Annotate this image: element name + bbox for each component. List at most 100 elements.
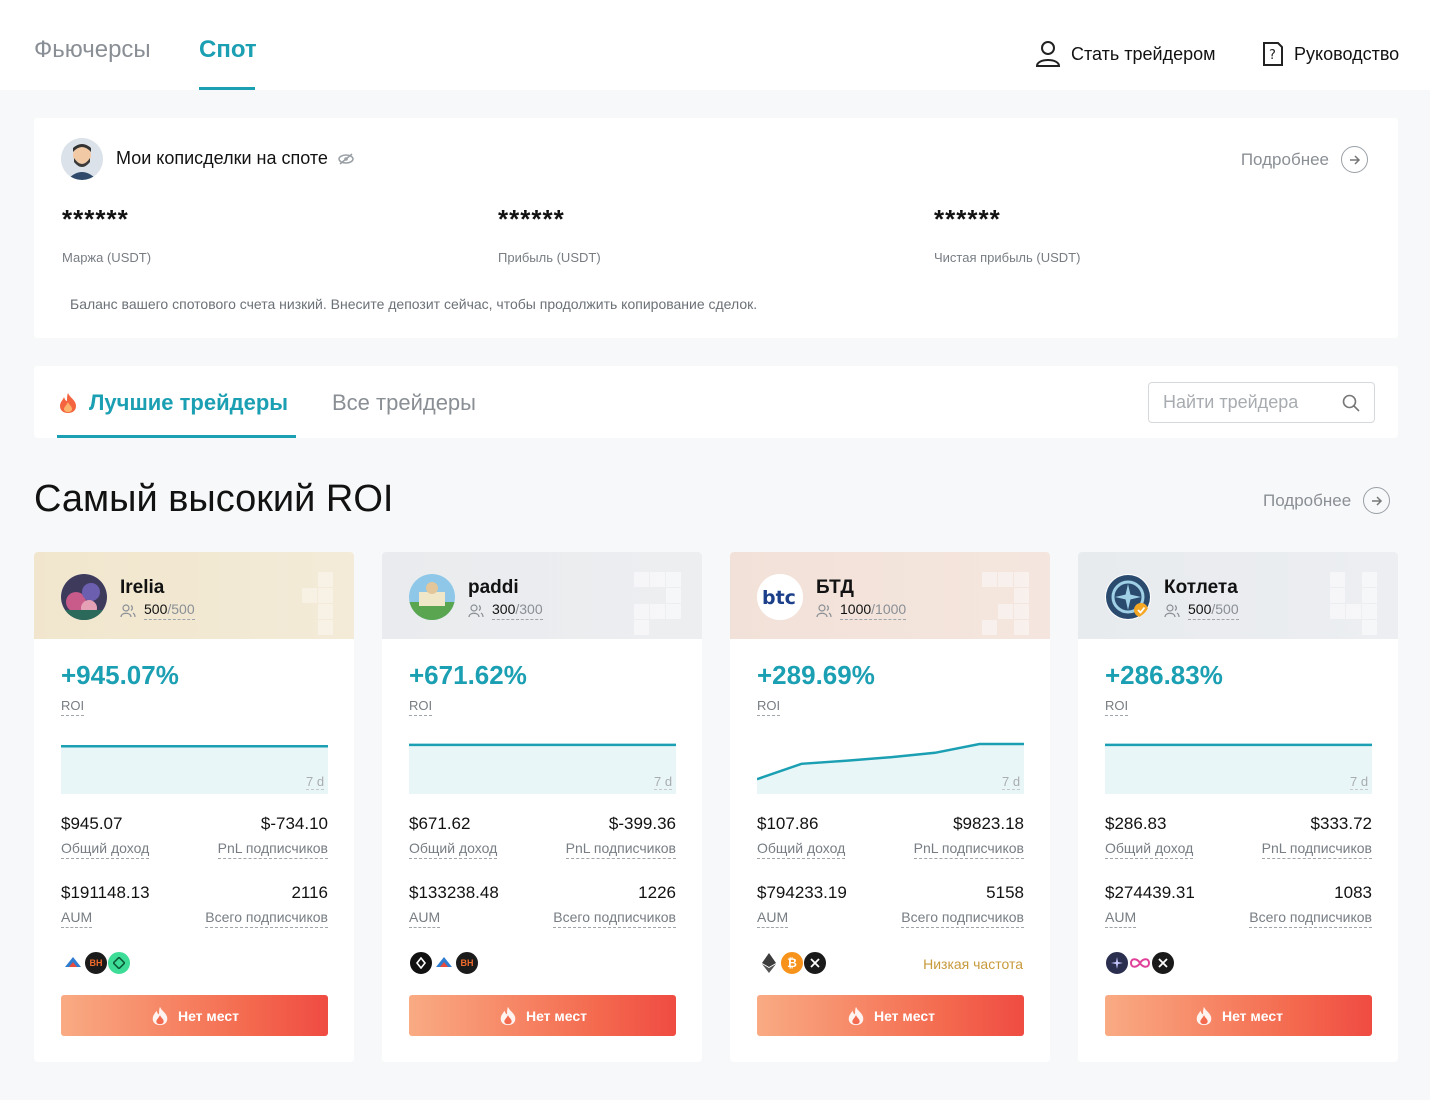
follower-pnl-label: PnL подписчиков — [217, 840, 328, 859]
fire-icon — [1196, 1006, 1212, 1025]
rank-badge-icon — [982, 572, 1030, 643]
tab-spot[interactable]: Спот — [199, 36, 257, 64]
traded-coins: ₿ — [757, 951, 827, 975]
trader-avatar[interactable] — [409, 574, 455, 620]
no-slots-button[interactable]: Нет мест — [61, 995, 328, 1036]
traded-coins — [1105, 951, 1175, 975]
profit-value: ****** — [498, 204, 565, 234]
trader-card[interactable]: Irelia 500/500 +945.07% ROI 7 d $945.07 Общий … — [34, 552, 354, 1062]
sparkline-area — [61, 746, 328, 794]
tab-futures[interactable]: Фьючерсы — [34, 36, 151, 64]
rank-badge-icon — [1330, 572, 1378, 643]
overview-title: Мои копиcделки на споте — [116, 148, 354, 169]
aum-label: AUM — [757, 909, 789, 928]
roi-sparkline — [409, 743, 676, 794]
followers-label: Всего подписчиков — [553, 909, 676, 928]
roi-label: ROI — [61, 698, 85, 716]
profit-stat: ****** Прибыль (USDT) — [498, 204, 601, 265]
trader-card[interactable]: btc БТД 1000/1000 +289.69% ROI 7 d $107.86 Общи… — [730, 552, 1050, 1062]
bh-coin-icon: BH — [455, 951, 479, 975]
roi-label: ROI — [1105, 698, 1129, 716]
period-label: 7 d — [1350, 774, 1369, 790]
slots-total: /1000 — [871, 601, 907, 617]
low-balance-notice: Баланс вашего спотового счета низкий. Вн… — [70, 296, 758, 312]
roi-label: ROI — [409, 698, 433, 716]
total-income-value: $286.83 — [1105, 814, 1167, 833]
avatar[interactable] — [61, 138, 103, 180]
user-icon — [1035, 41, 1061, 67]
sparkline-area — [1105, 744, 1372, 794]
users-icon — [120, 603, 136, 617]
sparkline-area — [757, 744, 1024, 794]
trader-card-header: paddi 300/300 — [382, 552, 702, 639]
sparkline-area — [409, 744, 676, 794]
total-income-value: $671.62 — [409, 814, 471, 833]
follower-pnl-value: $9823.18 — [953, 814, 1024, 833]
total-income-value: $945.07 — [61, 814, 123, 833]
tab-best-traders[interactable]: Лучшие трейдеры — [57, 390, 288, 416]
fire-icon — [60, 393, 76, 413]
x-coin-icon — [1151, 951, 1175, 975]
section-more-label: Подробнее — [1263, 490, 1352, 510]
svg-text:btc: btc — [762, 587, 796, 609]
total-income-label: Общий доход — [61, 840, 150, 859]
eye-off-icon[interactable] — [338, 152, 354, 165]
follower-pnl-value: $333.72 — [1310, 814, 1372, 833]
profit-label: Прибыль (USDT) — [498, 250, 601, 265]
follower-pnl-value: $-734.10 — [260, 814, 328, 833]
follower-pnl-label: PnL подписчиков — [1261, 840, 1372, 859]
overview-more-link[interactable]: Подробнее — [1241, 146, 1368, 173]
traders-tabs-bar: Лучшие трейдеры Все трейдеры — [34, 366, 1398, 438]
roi-sparkline — [757, 742, 1024, 794]
trader-name[interactable]: paddi — [468, 577, 519, 599]
trader-avatar[interactable] — [1105, 574, 1151, 620]
copy-trades-overview: Мои копиcделки на споте Подробнее ******… — [34, 118, 1398, 338]
rank-badge-icon — [634, 572, 682, 643]
traded-coins: BH — [61, 951, 131, 975]
top-nav: Фьючерсы Спот Стать трейдером ? Руководс… — [0, 0, 1430, 90]
no-slots-button[interactable]: Нет мест — [409, 995, 676, 1036]
fire-icon — [152, 1006, 168, 1025]
slots-total: /300 — [515, 601, 543, 617]
tab-all-traders[interactable]: Все трейдеры — [332, 390, 476, 416]
search-icon[interactable] — [1342, 394, 1360, 412]
total-income-label: Общий доход — [409, 840, 498, 859]
trader-card[interactable]: Котлета 500/500 +286.83% ROI 7 d $286.83 Общий… — [1078, 552, 1398, 1062]
slots-used: 1000 — [840, 601, 872, 617]
follower-slots: 300/300 — [468, 601, 543, 620]
search-input[interactable] — [1163, 392, 1333, 413]
x-coin-icon — [803, 951, 827, 975]
net-profit-stat: ****** Чистая прибыль (USDT) — [934, 204, 1080, 265]
overview-title-text: Мои копиcделки на споте — [116, 148, 328, 168]
fire-icon — [848, 1006, 864, 1025]
no-slots-label: Нет мест — [525, 1007, 588, 1024]
followers-value: 1083 — [1334, 883, 1372, 902]
search-box[interactable] — [1148, 382, 1375, 423]
trader-avatar[interactable] — [61, 574, 107, 620]
total-income-label: Общий доход — [757, 840, 846, 859]
follower-pnl-label: PnL подписчиков — [913, 840, 1024, 859]
slots-used: 300 — [492, 601, 516, 617]
no-slots-button[interactable]: Нет мест — [1105, 995, 1372, 1036]
trader-name[interactable]: БТД — [816, 577, 854, 599]
guide-link[interactable]: ? Руководство — [1262, 40, 1399, 68]
trader-name[interactable]: Котлета — [1164, 577, 1238, 599]
bh-coin-icon: BH — [84, 951, 108, 975]
tab-best-label: Лучшие трейдеры — [89, 390, 289, 415]
margin-value: ****** — [62, 204, 129, 234]
no-slots-button[interactable]: Нет мест — [757, 995, 1024, 1036]
roi-value: +671.62% — [409, 660, 527, 690]
follower-pnl-value: $-399.36 — [608, 814, 676, 833]
trader-name[interactable]: Irelia — [120, 577, 164, 599]
no-slots-label: Нет мест — [1221, 1007, 1284, 1024]
section-title: Самый высокий ROI — [34, 478, 394, 520]
fire-icon — [500, 1006, 516, 1025]
followers-label: Всего подписчиков — [901, 909, 1024, 928]
guide-label: Руководство — [1294, 43, 1400, 64]
trader-avatar[interactable]: btc — [757, 574, 803, 620]
trader-card[interactable]: paddi 300/300 +671.62% ROI 7 d $671.62 Общий д… — [382, 552, 702, 1062]
roi-label: ROI — [757, 698, 781, 716]
period-label: 7 d — [306, 774, 325, 790]
become-trader-link[interactable]: Стать трейдером — [1035, 40, 1216, 68]
section-more-link[interactable]: Подробнее — [1263, 487, 1391, 514]
